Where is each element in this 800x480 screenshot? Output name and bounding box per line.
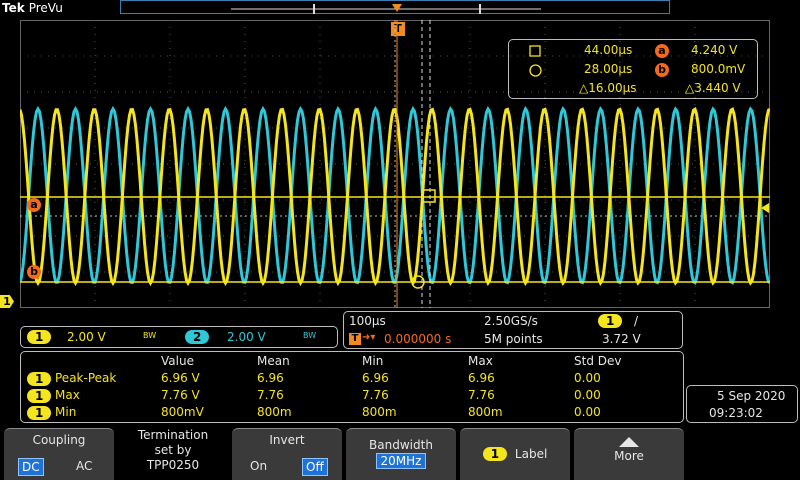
cursor-b-marker[interactable]: b [27,265,41,279]
measurement-name: Max [55,388,80,402]
channel-2-scale: 2.00 V [227,330,266,344]
cursor-a-chip: a [655,44,669,58]
measurement-cell: 7.76 [468,388,495,402]
invert-off-option[interactable]: Off [302,458,328,476]
coupling-softkey[interactable]: Coupling DC AC [4,428,114,480]
measurement-header: Min [362,354,384,368]
termination-line2: set by [154,443,192,457]
channel-1-bw-icon: BW [143,331,157,340]
measurement-channel-badge: 1 [27,406,52,420]
measurement-cell: 800m [362,405,397,419]
channel-1-scale: 2.00 V [67,330,106,344]
mode-label: PreVu [28,1,63,15]
termination-softkey: Termination set by TPP0250 [118,428,228,480]
datetime-readout: 5 Sep 2020 09:23:02 [686,385,798,423]
label-title: Label [514,447,548,461]
termination-line1: Termination [137,428,209,442]
channel-2-bw-icon: BW [303,331,317,340]
measurement-cell: 0.00 [574,405,601,419]
record-view-bar[interactable] [120,0,670,14]
channel-1-ground-marker[interactable]: 1 [0,295,14,308]
termination-line3: TPP0250 [146,458,200,472]
label-softkey[interactable]: 1 Label [460,428,570,480]
invert-title: Invert [269,433,305,447]
record-view-graphic [231,4,541,14]
invert-on-option[interactable]: On [250,459,267,473]
measurement-cell: 7.76 V [161,388,200,402]
invert-softkey[interactable]: Invert On Off [232,428,342,480]
cursor-a-marker[interactable]: a [27,198,41,212]
cursor-b-chip: b [655,63,669,77]
cursor-readout[interactable]: 44.00µs a 4.240 V 28.00µs b 800.0mV △16.… [508,39,758,99]
cursor-delta-time: △16.00µs [579,81,637,95]
measurement-table[interactable]: Value Mean Min Max Std Dev 1 Peak-Peak 6.96 V6… [20,351,684,423]
coupling-dc-option[interactable]: DC [18,458,44,476]
chevron-up-icon [619,437,639,447]
date: 5 Sep 2020 [717,389,786,403]
cursor-2-time: 28.00µs [584,62,633,76]
more-title: More [614,449,644,463]
horizontal-scale: 100µs [349,314,386,328]
measurement-cell: 800m [468,405,503,419]
measurement-header: Max [468,354,493,368]
cursor-b-value: 800.0mV [691,62,746,76]
measurement-cell: 7.76 [362,388,389,402]
cursor-a-value: 4.240 V [691,43,738,57]
label-channel-badge: 1 [482,447,508,461]
measurement-name: Min [55,405,77,419]
trigger-icon: T [349,333,361,345]
measurement-header: Value [161,354,194,368]
measurement-cell: 6.96 V [161,371,200,385]
record-length: 5M points [484,332,543,346]
coupling-ac-option[interactable]: AC [76,459,92,473]
square-cursor-icon [529,45,541,57]
measurement-channel-badge: 1 [27,372,52,386]
cursor-delta-value: △3.440 V [685,81,741,95]
bandwidth-value: 20MHz [375,453,427,469]
measurement-cell: 6.96 [257,371,284,385]
sample-rate: 2.50GS/s [484,314,538,328]
trigger-level: 3.72 V [602,332,641,346]
bandwidth-title: Bandwidth [369,438,433,452]
cursor-1-time: 44.00µs [584,43,633,57]
measurement-cell: 0.00 [574,388,601,402]
coupling-title: Coupling [32,433,86,447]
time: 09:23:02 [709,406,763,420]
trigger-level-marker[interactable] [761,203,769,213]
measurement-header: Std Dev [574,354,622,368]
trigger-arrow-icon: ➜▾ [362,332,376,343]
measurement-channel-badge: 1 [27,389,52,403]
measurement-cell: 6.96 [468,371,495,385]
bandwidth-softkey[interactable]: Bandwidth 20MHz [346,428,456,480]
measurement-cell: 6.96 [362,371,389,385]
measurement-cell: 800m [257,405,292,419]
channel-2-badge[interactable]: 2 [185,330,210,344]
measurement-cell: 7.76 [257,388,284,402]
trigger-source-badge: 1 [598,314,623,328]
circle-cursor-icon [529,64,542,77]
channel-1-badge[interactable]: 1 [27,330,52,344]
timebase-readout[interactable]: 100µs 2.50GS/s 1 / T ➜▾ 0.000000 s 5M po… [343,311,683,349]
measurement-header: Mean [257,354,290,368]
more-softkey[interactable]: More [574,428,684,480]
trigger-slope-icon: / [634,314,639,328]
brand-logo: Tek PreVu [2,1,63,15]
channel-scale-readout[interactable]: 1 2.00 V BW 2 2.00 V BW [20,326,338,348]
trigger-position: 0.000000 s [384,332,452,346]
measurement-cell: 0.00 [574,371,601,385]
measurement-cell: 800mV [161,405,204,419]
measurement-name: Peak-Peak [55,371,117,385]
